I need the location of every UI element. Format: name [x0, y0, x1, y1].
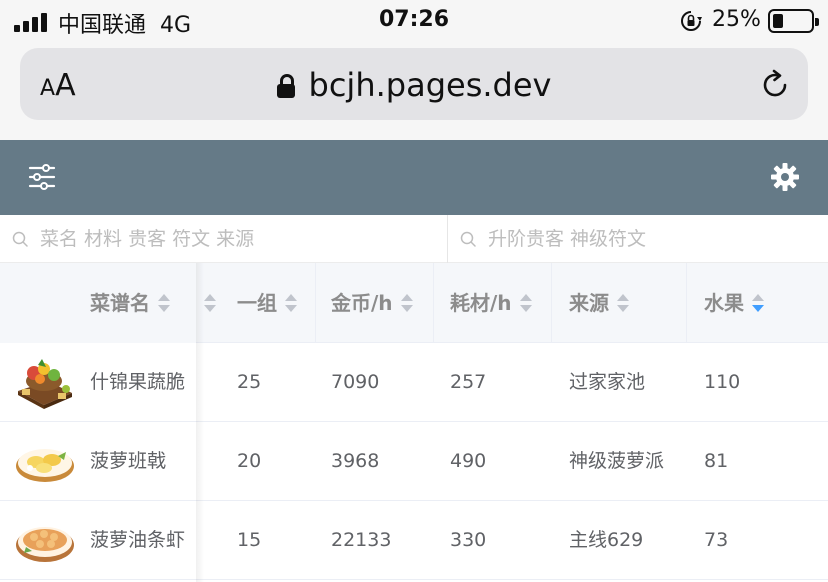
mixed-fruit-crisp-dish-icon: [18, 359, 72, 409]
status-time: 07:26: [378, 7, 450, 32]
pineapple-pancake-dish-icon: [16, 449, 74, 482]
sort-icon[interactable]: [204, 294, 216, 312]
column-header-group[interactable]: 一组: [237, 263, 297, 343]
gold-value: 7090: [331, 371, 380, 393]
url-field[interactable]: bcjh.pages.dev: [20, 66, 808, 104]
cost-value: 490: [450, 450, 487, 472]
fixed-column-shadow: [196, 263, 204, 582]
url-text: bcjh.pages.dev: [308, 66, 552, 104]
fruit-value: 110: [704, 371, 741, 393]
recipe-search: [0, 215, 448, 263]
table-row[interactable]: 菠萝班戟 20 3968 490 神级菠萝派 81: [0, 422, 828, 501]
search-icon: [12, 231, 28, 247]
rotation-lock-icon: [681, 11, 702, 31]
gold-value: 3968: [331, 450, 380, 472]
sort-icon-active[interactable]: [752, 294, 764, 312]
recipe-name: 菠萝班戟: [90, 450, 167, 472]
guest-search: [448, 215, 828, 263]
battery-icon: [768, 9, 819, 33]
recipe-table: 菜谱名 一组 金币/h 耗材/h 来源 水果 什锦果蔬脆 25 7090 257…: [0, 263, 828, 582]
guest-search-input[interactable]: [488, 223, 818, 255]
search-row: [0, 215, 828, 263]
cost-value: 330: [450, 529, 487, 551]
column-header-gold-per-hour[interactable]: 金币/h: [331, 263, 413, 343]
column-header-fruit[interactable]: 水果: [704, 263, 764, 343]
group-value: 20: [237, 450, 262, 472]
address-bar[interactable]: AA bcjh.pages.dev: [20, 48, 808, 120]
fruit-value: 81: [704, 450, 729, 472]
battery-percentage: 25%: [712, 7, 761, 32]
app-header: [0, 140, 828, 215]
column-header-source[interactable]: 来源: [569, 263, 629, 343]
table-row[interactable]: 什锦果蔬脆 25 7090 257 过家家池 110: [0, 343, 828, 422]
gold-value: 22133: [331, 529, 392, 551]
column-header-cost-per-hour[interactable]: 耗材/h: [450, 263, 532, 343]
sort-icon[interactable]: [519, 294, 532, 312]
sort-icon[interactable]: [400, 294, 413, 312]
recipe-search-input[interactable]: [40, 223, 420, 255]
reload-icon[interactable]: [758, 68, 792, 102]
status-bar: 中国联通 4G 07:26 25%: [0, 0, 828, 44]
filter-sliders-icon[interactable]: [28, 164, 56, 190]
sort-icon[interactable]: [158, 294, 170, 312]
column-header-recipe-name[interactable]: 菜谱名: [90, 263, 170, 343]
recipe-name: 什锦果蔬脆: [90, 371, 186, 393]
fruit-value: 73: [704, 529, 729, 551]
table-header: 菜谱名 一组 金币/h 耗材/h 来源 水果: [0, 263, 828, 343]
source-value: 过家家池: [569, 371, 646, 393]
lock-icon: [276, 74, 295, 98]
browser-chrome: AA bcjh.pages.dev: [0, 44, 828, 140]
source-value: 主线629: [569, 529, 644, 551]
group-value: 15: [237, 529, 262, 551]
search-icon: [460, 231, 476, 247]
source-value: 神级菠萝派: [569, 450, 665, 472]
cost-value: 257: [450, 371, 487, 393]
sort-icon[interactable]: [285, 294, 297, 312]
table-row[interactable]: 菠萝油条虾 15 22133 330 主线629 73: [0, 501, 828, 580]
pineapple-shrimp-dish-icon: [16, 527, 74, 562]
recipe-name: 菠萝油条虾: [90, 529, 186, 551]
sort-icon[interactable]: [617, 294, 629, 312]
group-value: 25: [237, 371, 262, 393]
gear-icon[interactable]: [770, 162, 800, 192]
